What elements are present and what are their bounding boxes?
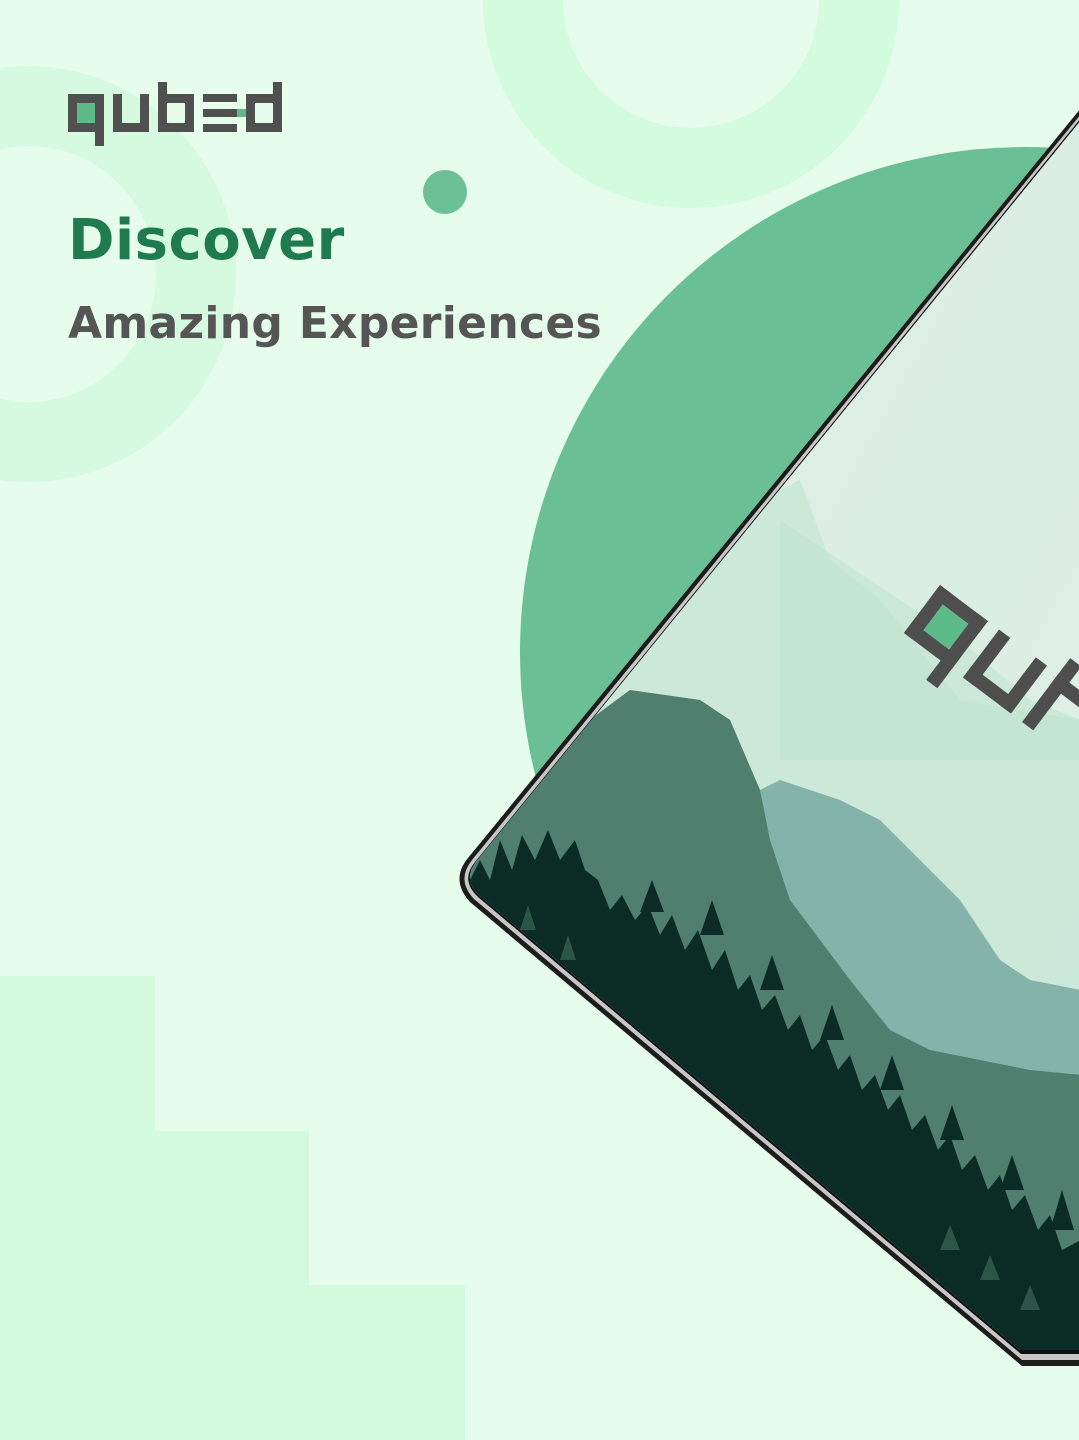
promo-screen: Discover Amazing Experiences: [0, 0, 1079, 1440]
tablet-screen: [469, 120, 1079, 1350]
tablet-mockup: [459, 110, 1079, 1366]
